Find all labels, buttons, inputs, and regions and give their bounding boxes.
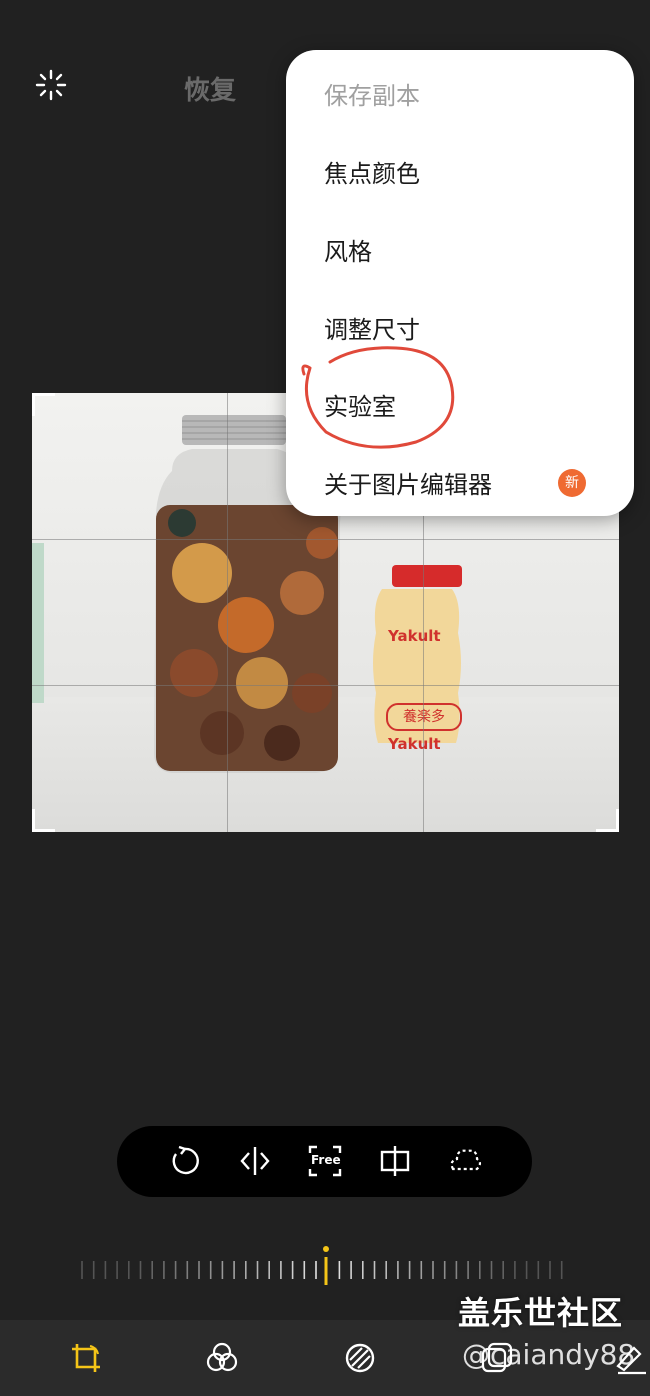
new-badge: 新 [558, 469, 586, 497]
bottle-label-bottom: Yakult [388, 735, 441, 753]
rotate-icon[interactable] [167, 1143, 203, 1179]
watermark-title: 盖乐世社区 [458, 1294, 624, 1332]
crop-toolbar: Free [117, 1126, 532, 1197]
bottle-label-top: Yakult [388, 627, 441, 645]
watermark-user: @caiandy88 [462, 1338, 636, 1371]
straighten-dial[interactable] [76, 1245, 576, 1289]
crop-corner-bottom-right[interactable] [596, 809, 619, 832]
lasso-icon[interactable] [447, 1143, 483, 1179]
menu-item-about[interactable]: 关于图片编辑器 [324, 465, 492, 500]
adjust-icon[interactable] [342, 1340, 378, 1376]
free-aspect-icon[interactable]: Free [307, 1143, 343, 1179]
crop-corner-top-left[interactable] [32, 393, 55, 416]
grid-line [32, 539, 619, 540]
menu-item-focus-color[interactable]: 焦点颜色 [324, 154, 420, 189]
bottle-label-middle: 養楽多 [386, 703, 462, 731]
filters-icon[interactable] [204, 1340, 240, 1376]
menu-item-style[interactable]: 风格 [324, 232, 372, 267]
crop-corner-bottom-left[interactable] [32, 809, 55, 832]
restore-button[interactable]: 恢复 [184, 70, 236, 107]
grid-line [227, 393, 228, 832]
auto-enhance-icon[interactable] [34, 68, 68, 102]
menu-item-labs[interactable]: 实验室 [324, 387, 396, 422]
grid-line [32, 685, 619, 686]
free-label: Free [311, 1153, 341, 1167]
straighten-icon[interactable] [377, 1143, 413, 1179]
flip-icon[interactable] [237, 1143, 273, 1179]
overflow-menu: 保存副本 焦点颜色 风格 调整尺寸 实验室 关于图片编辑器 新 [286, 50, 634, 516]
crop-transform-icon[interactable] [68, 1340, 104, 1376]
menu-item-save-copy[interactable]: 保存副本 [324, 76, 420, 111]
menu-item-resize[interactable]: 调整尺寸 [324, 310, 420, 345]
